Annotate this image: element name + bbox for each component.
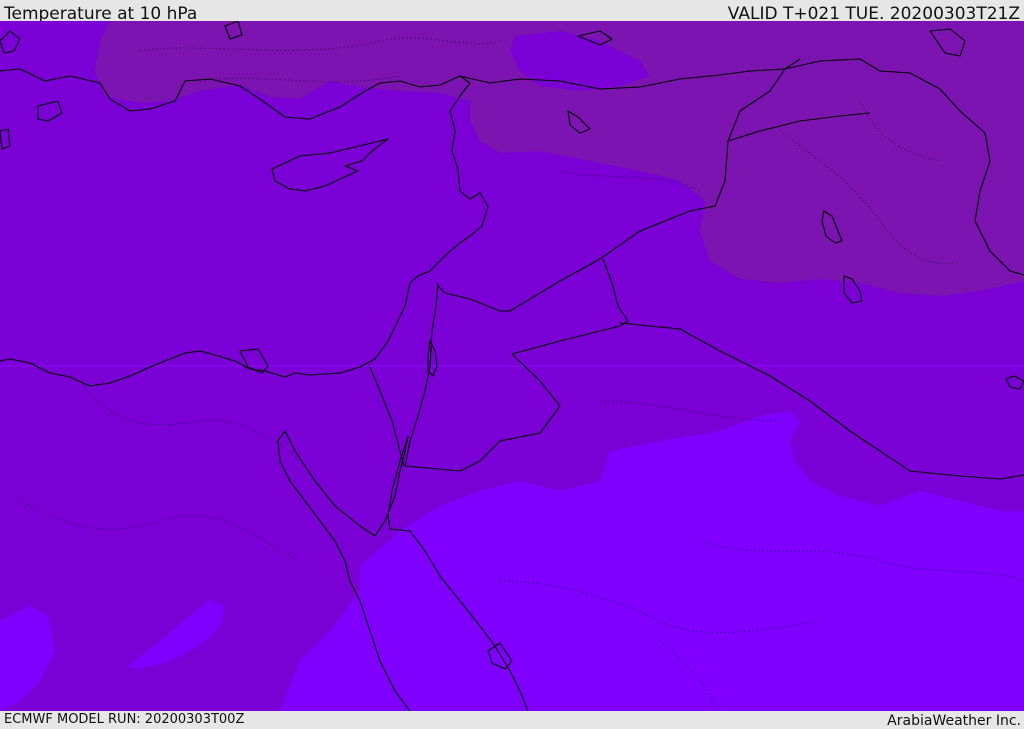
credit-label: ArabiaWeather Inc.	[887, 713, 1021, 729]
model-run-label: ECMWF MODEL RUN: 20200303T00Z	[4, 712, 245, 727]
temperature-map	[0, 21, 1024, 711]
